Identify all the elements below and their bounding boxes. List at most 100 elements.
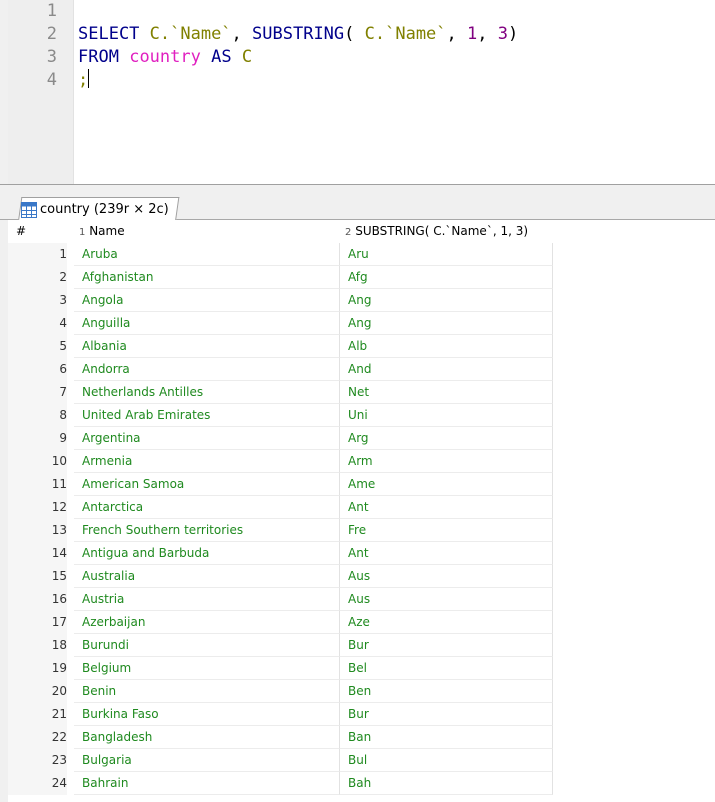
row-number[interactable]: 21 [8, 703, 67, 726]
table-row[interactable]: 11 American Samoa Ame [8, 473, 715, 496]
column-header-substring[interactable]: 2 SUBSTRING( C.`Name`, 1, 3) [345, 220, 528, 243]
row-number[interactable]: 15 [8, 565, 67, 588]
cell-name[interactable]: Afghanistan [74, 266, 340, 289]
code-line-2[interactable]: SELECT C.`Name`, SUBSTRING( C.`Name`, 1,… [78, 23, 518, 46]
row-number[interactable]: 17 [8, 611, 67, 634]
row-number[interactable]: 6 [8, 358, 67, 381]
cell-name[interactable]: Azerbaijan [74, 611, 340, 634]
cell-name[interactable]: United Arab Emirates [74, 404, 340, 427]
row-number[interactable]: 12 [8, 496, 67, 519]
table-row[interactable]: 7 Netherlands Antilles Net [8, 381, 715, 404]
column-header-name[interactable]: 1 Name [79, 220, 125, 243]
row-number[interactable]: 11 [8, 473, 67, 496]
cell-name[interactable]: Aruba [74, 243, 340, 266]
sql-editor[interactable]: 1 2 3 4 SELECT C.`Name`, SUBSTRING( C.`N… [0, 0, 715, 184]
row-number[interactable]: 13 [8, 519, 67, 542]
table-row[interactable]: 15 Australia Aus [8, 565, 715, 588]
cell-name[interactable]: American Samoa [74, 473, 340, 496]
row-number[interactable]: 7 [8, 381, 67, 404]
table-row[interactable]: 1 Aruba Aru [8, 243, 715, 266]
table-row[interactable]: 16 Austria Aus [8, 588, 715, 611]
cell-substring[interactable]: Arg [340, 427, 553, 450]
cell-substring[interactable]: Fre [340, 519, 553, 542]
table-row[interactable]: 23 Bulgaria Bul [8, 749, 715, 772]
cell-name[interactable]: Anguilla [74, 312, 340, 335]
cell-substring[interactable]: Net [340, 381, 553, 404]
row-number[interactable]: 8 [8, 404, 67, 427]
cell-name[interactable]: French Southern territories [74, 519, 340, 542]
table-row[interactable]: 22 Bangladesh Ban [8, 726, 715, 749]
cell-name[interactable]: Bulgaria [74, 749, 340, 772]
cell-name[interactable]: Benin [74, 680, 340, 703]
result-grid[interactable]: # 1 Name 2 SUBSTRING( C.`Name`, 1, 3) 1A… [0, 220, 715, 802]
cell-name[interactable]: Belgium [74, 657, 340, 680]
cell-name[interactable]: Australia [74, 565, 340, 588]
cell-substring[interactable]: Bur [340, 703, 553, 726]
cell-name[interactable]: Burundi [74, 634, 340, 657]
cell-substring[interactable]: Bah [340, 772, 553, 795]
cell-substring[interactable]: Alb [340, 335, 553, 358]
cell-substring[interactable]: Ant [340, 496, 553, 519]
row-number[interactable]: 2 [8, 266, 67, 289]
row-number[interactable]: 5 [8, 335, 67, 358]
cell-substring[interactable]: Bur [340, 634, 553, 657]
cell-substring[interactable]: Ang [340, 312, 553, 335]
row-number[interactable]: 23 [8, 749, 67, 772]
cell-substring[interactable]: Aze [340, 611, 553, 634]
row-number[interactable]: 14 [8, 542, 67, 565]
table-row[interactable]: 4 Anguilla Ang [8, 312, 715, 335]
cell-name[interactable]: Antarctica [74, 496, 340, 519]
row-number[interactable]: 20 [8, 680, 67, 703]
table-row[interactable]: 17 Azerbaijan Aze [8, 611, 715, 634]
row-number[interactable]: 4 [8, 312, 67, 335]
cell-name[interactable]: Burkina Faso [74, 703, 340, 726]
row-number[interactable]: 19 [8, 657, 67, 680]
cell-name[interactable]: Antigua and Barbuda [74, 542, 340, 565]
table-row[interactable]: 2 Afghanistan Afg [8, 266, 715, 289]
cell-name[interactable]: Armenia [74, 450, 340, 473]
cell-substring[interactable]: Ben [340, 680, 553, 703]
row-number[interactable]: 24 [8, 772, 67, 795]
table-row[interactable]: 6 Andorra And [8, 358, 715, 381]
table-row[interactable]: 5 Albania Alb [8, 335, 715, 358]
cell-substring[interactable]: Ban [340, 726, 553, 749]
code-line-4[interactable]: ; [78, 69, 90, 92]
table-row[interactable]: 9 Argentina Arg [8, 427, 715, 450]
table-row[interactable]: 19 Belgium Bel [8, 657, 715, 680]
table-row[interactable]: 18 Burundi Bur [8, 634, 715, 657]
table-row[interactable]: 20 Benin Ben [8, 680, 715, 703]
cell-name[interactable]: Bangladesh [74, 726, 340, 749]
cell-substring[interactable]: Aus [340, 565, 553, 588]
cell-substring[interactable]: Bel [340, 657, 553, 680]
cell-substring[interactable]: Bul [340, 749, 553, 772]
cell-name[interactable]: Argentina [74, 427, 340, 450]
cell-substring[interactable]: Afg [340, 266, 553, 289]
table-row[interactable]: 3 Angola Ang [8, 289, 715, 312]
table-row[interactable]: 10 Armenia Arm [8, 450, 715, 473]
cell-name[interactable]: Netherlands Antilles [74, 381, 340, 404]
row-number[interactable]: 22 [8, 726, 67, 749]
code-line-3[interactable]: FROM country AS C [78, 46, 252, 69]
cell-substring[interactable]: Aru [340, 243, 553, 266]
cell-substring[interactable]: And [340, 358, 553, 381]
table-row[interactable]: 13 French Southern territories Fre [8, 519, 715, 542]
cell-substring[interactable]: Ang [340, 289, 553, 312]
row-number[interactable]: 3 [8, 289, 67, 312]
cell-name[interactable]: Andorra [74, 358, 340, 381]
table-row[interactable]: 14 Antigua and Barbuda Ant [8, 542, 715, 565]
table-row[interactable]: 8 United Arab Emirates Uni [8, 404, 715, 427]
cell-name[interactable]: Austria [74, 588, 340, 611]
table-row[interactable]: 21 Burkina Faso Bur [8, 703, 715, 726]
row-number[interactable]: 10 [8, 450, 67, 473]
result-tab[interactable]: country (239r × 2c) [21, 198, 169, 221]
table-row[interactable]: 12 Antarctica Ant [8, 496, 715, 519]
row-number[interactable]: 18 [8, 634, 67, 657]
cell-substring[interactable]: Ant [340, 542, 553, 565]
row-number[interactable]: 16 [8, 588, 67, 611]
cell-name[interactable]: Angola [74, 289, 340, 312]
cell-substring[interactable]: Aus [340, 588, 553, 611]
row-number[interactable]: 1 [8, 243, 67, 266]
cell-substring[interactable]: Uni [340, 404, 553, 427]
row-number[interactable]: 9 [8, 427, 67, 450]
cell-name[interactable]: Bahrain [74, 772, 340, 795]
